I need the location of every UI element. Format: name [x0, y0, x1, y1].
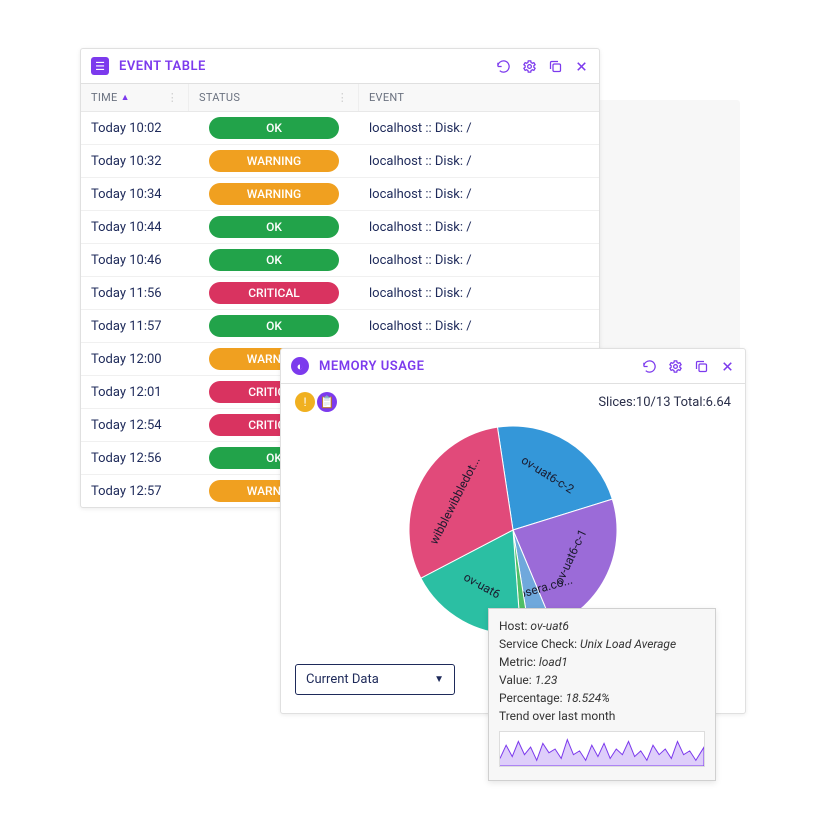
tooltip-value-label: Value:	[499, 673, 535, 687]
close-icon[interactable]	[573, 58, 589, 74]
cell-time: Today 12:54	[81, 413, 189, 438]
col-status-label: STATUS	[199, 91, 240, 104]
tooltip-trend-label: Trend over last month	[499, 707, 705, 725]
cell-event: localhost :: Disk: /	[359, 116, 599, 141]
cell-time: Today 11:57	[81, 314, 189, 339]
table-row[interactable]: Today 11:56 CRITICAL localhost :: Disk: /	[81, 277, 599, 310]
tooltip-metric: load1	[539, 655, 568, 669]
cell-time: Today 11:56	[81, 281, 189, 306]
copy-icon[interactable]	[693, 358, 709, 374]
cell-status: CRITICAL	[189, 279, 359, 307]
col-time-label: TIME	[91, 91, 118, 104]
cell-status: OK	[189, 312, 359, 340]
cell-time: Today 12:56	[81, 446, 189, 471]
table-row[interactable]: Today 10:02 OK localhost :: Disk: /	[81, 112, 599, 145]
tooltip-metric-label: Metric:	[499, 655, 539, 669]
status-badge: OK	[209, 216, 339, 238]
data-source-dropdown[interactable]: Current Data ▼	[295, 664, 455, 695]
col-event-label: EVENT	[369, 91, 404, 104]
cell-status: WARNING	[189, 147, 359, 175]
copy-icon[interactable]	[547, 58, 563, 74]
tooltip-pct-label: Percentage:	[499, 691, 566, 705]
panel-header: EVENT TABLE	[81, 49, 599, 84]
cell-time: Today 10:34	[81, 182, 189, 207]
panel-title: MEMORY USAGE	[319, 359, 641, 374]
sort-asc-icon: ▲	[121, 92, 130, 103]
col-time[interactable]: TIME▲ ⋮	[81, 84, 189, 111]
cell-status: OK	[189, 246, 359, 274]
panel-header: MEMORY USAGE	[281, 349, 745, 384]
gear-icon[interactable]	[667, 358, 683, 374]
status-badge: WARNING	[209, 183, 339, 205]
status-badge: WARNING	[209, 150, 339, 172]
status-icons: ! 📋	[295, 392, 337, 412]
table-row[interactable]: Today 10:32 WARNING localhost :: Disk: /	[81, 145, 599, 178]
dropdown-label: Current Data	[306, 672, 379, 687]
cell-event: localhost :: Disk: /	[359, 149, 599, 174]
cell-status: OK	[189, 213, 359, 241]
cell-event: localhost :: Disk: /	[359, 281, 599, 306]
status-badge: OK	[209, 315, 339, 337]
tooltip-host-label: Host:	[499, 619, 530, 633]
status-badge: OK	[209, 249, 339, 271]
table-row[interactable]: Today 10:34 WARNING localhost :: Disk: /	[81, 178, 599, 211]
cell-time: Today 12:57	[81, 479, 189, 504]
panel-subheader: ! 📋 Slices:10/13 Total:6.64	[295, 392, 731, 412]
cell-time: Today 12:00	[81, 347, 189, 372]
chart-tooltip: Host: ov-uat6 Service Check: Unix Load A…	[488, 608, 716, 781]
cell-time: Today 10:44	[81, 215, 189, 240]
status-badge: CRITICAL	[209, 282, 339, 304]
panel-title: EVENT TABLE	[119, 59, 495, 74]
cell-status: WARNING	[189, 180, 359, 208]
cell-time: Today 10:32	[81, 149, 189, 174]
clipboard-icon[interactable]: 📋	[317, 392, 337, 412]
cell-event: localhost :: Disk: /	[359, 248, 599, 273]
menu-icon[interactable]	[91, 57, 109, 75]
refresh-icon[interactable]	[641, 358, 657, 374]
table-header: TIME▲ ⋮ STATUS ⋮ EVENT	[81, 84, 599, 112]
table-row[interactable]: Today 10:44 OK localhost :: Disk: /	[81, 211, 599, 244]
cell-time: Today 12:01	[81, 380, 189, 405]
panel-actions	[495, 58, 589, 74]
tooltip-sc: Unix Load Average	[580, 637, 676, 651]
tooltip-host: ov-uat6	[530, 619, 569, 633]
cell-time: Today 10:46	[81, 248, 189, 273]
cell-time: Today 10:02	[81, 116, 189, 141]
tooltip-pct: 18.524%	[566, 691, 610, 705]
pie-icon	[291, 357, 309, 375]
col-menu-icon[interactable]: ⋮	[337, 91, 348, 104]
slices-total-text: Slices:10/13 Total:6.64	[598, 395, 731, 410]
panel-actions	[641, 358, 735, 374]
col-event[interactable]: EVENT	[359, 84, 599, 111]
status-badge: OK	[209, 117, 339, 139]
chevron-down-icon: ▼	[434, 674, 444, 685]
col-status[interactable]: STATUS ⋮	[189, 84, 359, 111]
refresh-icon[interactable]	[495, 58, 511, 74]
cell-event: localhost :: Disk: /	[359, 215, 599, 240]
tooltip-sc-label: Service Check:	[499, 637, 580, 651]
col-menu-icon[interactable]: ⋮	[167, 91, 178, 104]
cell-event: localhost :: Disk: /	[359, 314, 599, 339]
gear-icon[interactable]	[521, 58, 537, 74]
sparkline	[499, 731, 705, 767]
warning-icon[interactable]: !	[295, 392, 315, 412]
table-row[interactable]: Today 11:57 OK localhost :: Disk: /	[81, 310, 599, 343]
tooltip-value: 1.23	[535, 673, 558, 687]
cell-event: localhost :: Disk: /	[359, 182, 599, 207]
close-icon[interactable]	[719, 358, 735, 374]
table-row[interactable]: Today 10:46 OK localhost :: Disk: /	[81, 244, 599, 277]
cell-status: OK	[189, 114, 359, 142]
